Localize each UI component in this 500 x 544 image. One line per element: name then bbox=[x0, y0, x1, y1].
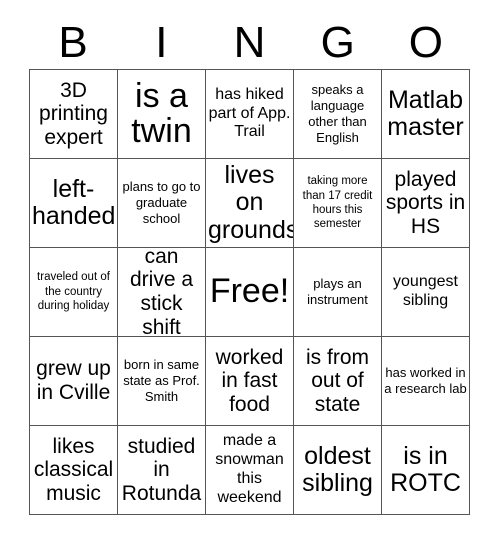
bingo-cell-label: has hiked part of App. Trail bbox=[208, 85, 291, 141]
bingo-header: B I N G O bbox=[29, 16, 470, 69]
bingo-cell[interactable]: traveled out of the country during holid… bbox=[30, 248, 118, 337]
bingo-cell[interactable]: left-handed bbox=[30, 159, 118, 248]
bingo-cell[interactable]: plays an instrument bbox=[294, 248, 382, 337]
bingo-cell[interactable]: oldest sibling bbox=[294, 426, 382, 515]
bingo-cell-label: likes classical music bbox=[33, 434, 114, 505]
bingo-cell-label: is from out of state bbox=[306, 345, 369, 416]
bingo-cell[interactable]: has worked in a research lab bbox=[382, 337, 470, 426]
bingo-cell-label: can drive a stick shift bbox=[129, 248, 194, 337]
bingo-cell-label: 3D printing expert bbox=[39, 78, 108, 149]
bingo-grid: 3D printing expert is a twin has hiked p… bbox=[29, 69, 470, 515]
header-letter-i: I bbox=[155, 17, 168, 67]
bingo-cell-label: traveled out of the country during holid… bbox=[37, 271, 110, 313]
header-letter-g: G bbox=[320, 17, 355, 67]
bingo-cell-label: is a twin bbox=[131, 76, 192, 150]
bingo-cell-label: Free! bbox=[209, 272, 290, 311]
bingo-cell[interactable]: likes classical music bbox=[30, 426, 118, 515]
bingo-cell[interactable]: Matlab master bbox=[382, 70, 470, 159]
bingo-cell-free[interactable]: Free! bbox=[206, 248, 294, 337]
bingo-cell-label: made a snowman this weekend bbox=[215, 432, 284, 506]
bingo-cell-label: is in ROTC bbox=[390, 441, 461, 497]
bingo-cell-label: born in same state as Prof. Smith bbox=[123, 356, 200, 405]
bingo-cell-label: speaks a language other than English bbox=[308, 81, 367, 146]
bingo-cell[interactable]: grew up in Cville bbox=[30, 337, 118, 426]
bingo-cell-label: left-handed bbox=[32, 174, 116, 230]
bingo-cell-label: plans to go to graduate school bbox=[122, 178, 201, 227]
bingo-cell-label: studied in Rotunda bbox=[121, 434, 202, 505]
bingo-cell-label: taking more than 17 credit hours this se… bbox=[302, 175, 373, 231]
bingo-cell[interactable]: 3D printing expert bbox=[30, 70, 118, 159]
bingo-cell-label: grew up in Cville bbox=[36, 357, 111, 404]
bingo-cell[interactable]: is a twin bbox=[118, 70, 206, 159]
bingo-cell[interactable]: plans to go to graduate school bbox=[118, 159, 206, 248]
header-letter-o: O bbox=[408, 17, 444, 67]
header-letter-b: B bbox=[58, 17, 88, 67]
bingo-cell[interactable]: is in ROTC bbox=[382, 426, 470, 515]
bingo-cell-label: worked in fast food bbox=[215, 345, 284, 416]
bingo-cell-label: Matlab master bbox=[387, 85, 464, 141]
bingo-cell[interactable]: played sports in HS bbox=[382, 159, 470, 248]
header-letter-n: N bbox=[233, 17, 266, 67]
bingo-cell-label: plays an instrument bbox=[307, 275, 368, 307]
bingo-cell[interactable]: is from out of state bbox=[294, 337, 382, 426]
bingo-cell[interactable]: can drive a stick shift bbox=[118, 248, 206, 337]
bingo-cell-label: played sports in HS bbox=[385, 167, 466, 238]
bingo-cell[interactable]: speaks a language other than English bbox=[294, 70, 382, 159]
bingo-card: B I N G O 3D printing expert is a twin h… bbox=[0, 0, 500, 544]
bingo-cell[interactable]: taking more than 17 credit hours this se… bbox=[294, 159, 382, 248]
bingo-cell-label: youngest sibling bbox=[393, 273, 458, 309]
bingo-cell[interactable]: worked in fast food bbox=[206, 337, 294, 426]
bingo-cell[interactable]: lives on grounds bbox=[206, 159, 294, 248]
bingo-cell-label: oldest sibling bbox=[302, 441, 373, 497]
bingo-cell-label: has worked in a research lab bbox=[384, 364, 467, 396]
bingo-cell-label: lives on grounds bbox=[208, 160, 294, 244]
bingo-cell[interactable]: born in same state as Prof. Smith bbox=[118, 337, 206, 426]
bingo-cell[interactable]: youngest sibling bbox=[382, 248, 470, 337]
bingo-cell[interactable]: studied in Rotunda bbox=[118, 426, 206, 515]
bingo-cell[interactable]: made a snowman this weekend bbox=[206, 426, 294, 515]
bingo-cell[interactable]: has hiked part of App. Trail bbox=[206, 70, 294, 159]
